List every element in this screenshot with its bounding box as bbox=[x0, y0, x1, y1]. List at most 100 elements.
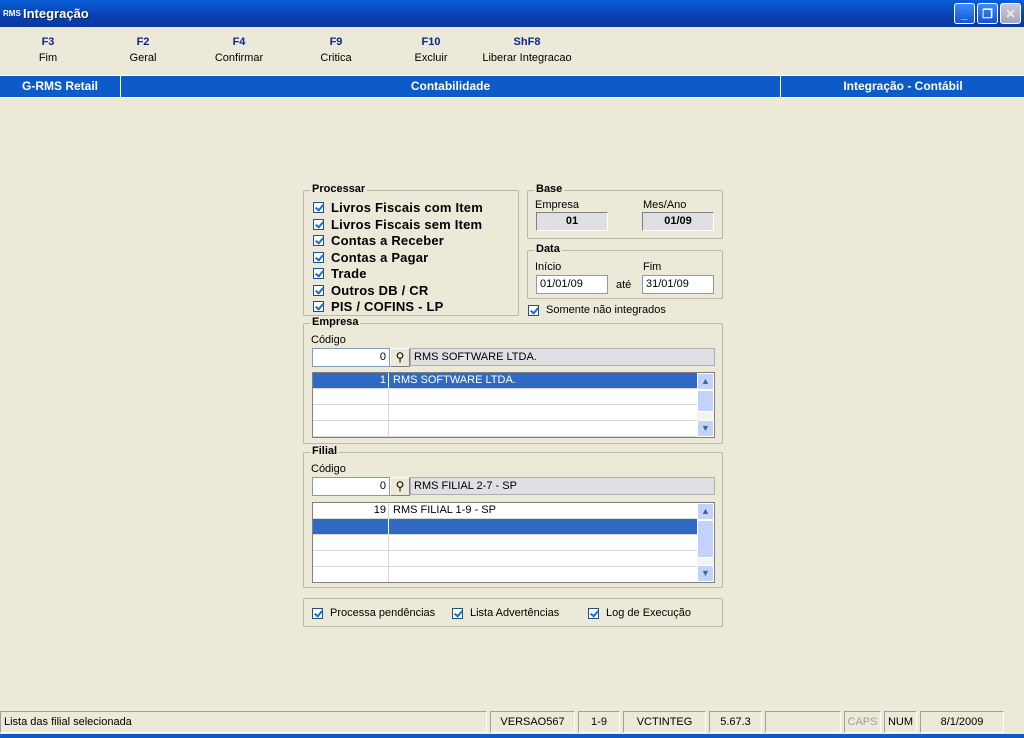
row-name: RMS FILIAL 1-9 - SP bbox=[393, 504, 496, 516]
scroll-down-icon[interactable]: ▼ bbox=[697, 420, 714, 437]
status-bar: Lista das filial selecionada VERSAO567 1… bbox=[0, 711, 1024, 733]
empresa-codigo-label: Código bbox=[311, 334, 346, 346]
status-message: Lista das filial selecionada bbox=[0, 711, 487, 733]
row-code: 19 bbox=[313, 503, 389, 518]
filial-codigo-input[interactable]: 0 bbox=[312, 477, 390, 496]
advertencias-label: Lista Advertências bbox=[470, 607, 560, 619]
processar-item[interactable]: Livros Fiscais com Item bbox=[313, 199, 483, 215]
table-row[interactable] bbox=[313, 405, 697, 421]
status-num: NUM bbox=[884, 711, 917, 733]
status-program: VCTINTEG bbox=[623, 711, 706, 733]
minimize-icon[interactable]: _ bbox=[954, 3, 975, 24]
function-key-toolbar: F3 Fim F2 Geral F4 Confirmar F9 Critica … bbox=[0, 33, 1024, 73]
checkbox-icon[interactable] bbox=[528, 304, 539, 316]
table-row[interactable]: 19 RMS FILIAL 1-9 - SP bbox=[313, 503, 697, 519]
lista-advertencias-checkbox[interactable]: Lista Advertências bbox=[452, 607, 559, 619]
table-row[interactable] bbox=[313, 389, 697, 405]
processar-item[interactable]: PIS / COFINS - LP bbox=[313, 298, 443, 314]
checkbox-icon[interactable] bbox=[313, 234, 324, 246]
empresa-list[interactable]: 1 RMS SOFTWARE LTDA. ▲ ▼ bbox=[312, 372, 715, 438]
table-row[interactable] bbox=[313, 421, 697, 437]
binoculars-icon[interactable]: ⚲ bbox=[390, 348, 410, 367]
filial-group: Filial Código 0 ⚲ RMS FILIAL 2-7 - SP 19… bbox=[303, 445, 723, 588]
status-empty bbox=[765, 711, 841, 733]
processar-item-label: Outros DB / CR bbox=[331, 282, 429, 298]
base-mesano-label: Mes/Ano bbox=[643, 199, 687, 211]
processar-item[interactable]: Livros Fiscais sem Item bbox=[313, 216, 482, 232]
filial-codigo-label: Código bbox=[311, 463, 346, 475]
base-mesano-value: 01/09 bbox=[642, 212, 714, 231]
pendencias-label: Processa pendências bbox=[330, 607, 436, 619]
header-module: Contabilidade bbox=[121, 76, 781, 97]
empresa-group: Empresa Código 0 ⚲ RMS SOFTWARE LTDA. 1 … bbox=[303, 316, 723, 444]
row-name: RMS SOFTWARE LTDA. bbox=[393, 374, 516, 386]
scroll-thumb[interactable] bbox=[697, 520, 714, 558]
log-label: Log de Execução bbox=[606, 607, 692, 619]
data-fim-input[interactable]: 31/01/09 bbox=[642, 275, 714, 294]
table-row[interactable] bbox=[313, 535, 697, 551]
checkbox-icon[interactable] bbox=[313, 284, 324, 296]
checkbox-icon[interactable] bbox=[312, 607, 323, 619]
processar-item[interactable]: Trade bbox=[313, 265, 367, 281]
table-row[interactable] bbox=[313, 519, 697, 535]
somente-nao-integrados-checkbox[interactable]: Somente não integrados bbox=[528, 304, 666, 316]
data-group: Data Início Fim 01/01/09 até 31/01/09 bbox=[527, 243, 723, 299]
empresa-scrollbar[interactable]: ▲ ▼ bbox=[697, 373, 714, 437]
fkey-liberar-button[interactable]: ShF8 Liberar Integracao bbox=[467, 33, 587, 64]
data-title: Data bbox=[534, 243, 562, 255]
table-row[interactable] bbox=[313, 551, 697, 567]
scroll-thumb[interactable] bbox=[697, 390, 714, 412]
checkbox-icon[interactable] bbox=[313, 267, 324, 279]
bottom-border bbox=[0, 734, 1024, 738]
header-screen: Integração - Contábil bbox=[843, 79, 963, 93]
close-icon[interactable]: ✕ bbox=[1000, 3, 1021, 24]
table-row[interactable] bbox=[313, 567, 697, 582]
status-build: 5.67.3 bbox=[709, 711, 762, 733]
processa-pendencias-checkbox[interactable]: Processa pendências bbox=[312, 607, 435, 619]
title-bar: RMS Integração _ ❐ ✕ bbox=[0, 0, 1024, 27]
checkbox-icon[interactable] bbox=[313, 218, 324, 230]
scroll-up-icon[interactable]: ▲ bbox=[697, 373, 714, 390]
checkbox-icon[interactable] bbox=[313, 251, 324, 263]
somente-label: Somente não integrados bbox=[546, 304, 666, 316]
processar-group: Processar Livros Fiscais com Item Livros… bbox=[303, 183, 519, 316]
processar-item[interactable]: Outros DB / CR bbox=[313, 282, 428, 298]
status-version: VERSAO567 bbox=[490, 711, 575, 733]
processar-title: Processar bbox=[310, 183, 368, 195]
filial-title: Filial bbox=[310, 445, 340, 457]
processar-item[interactable]: Contas a Receber bbox=[313, 232, 444, 248]
processar-item-label: Livros Fiscais com Item bbox=[331, 199, 483, 215]
status-date: 8/1/2009 bbox=[920, 711, 1004, 733]
processar-item-label: Livros Fiscais sem Item bbox=[331, 216, 483, 232]
base-empresa-label: Empresa bbox=[535, 199, 580, 211]
data-inicio-input[interactable]: 01/01/09 bbox=[536, 275, 608, 294]
data-fim-label: Fim bbox=[643, 261, 662, 273]
empresa-name-display: RMS SOFTWARE LTDA. bbox=[410, 348, 715, 366]
processar-item-label: Trade bbox=[331, 265, 367, 281]
status-filial: 1-9 bbox=[578, 711, 620, 733]
checkbox-icon[interactable] bbox=[588, 607, 599, 619]
module-header: G-RMS Retail Contabilidade Integração - … bbox=[0, 75, 1024, 98]
data-inicio-label: Início bbox=[535, 261, 562, 273]
processar-item[interactable]: Contas a Pagar bbox=[313, 249, 428, 265]
filial-list[interactable]: 19 RMS FILIAL 1-9 - SP ▲ ▼ bbox=[312, 502, 715, 583]
scroll-up-icon[interactable]: ▲ bbox=[697, 503, 714, 520]
row-code: 1 bbox=[313, 373, 389, 388]
checkbox-icon[interactable] bbox=[313, 201, 324, 213]
base-title: Base bbox=[534, 183, 565, 195]
filial-name-display: RMS FILIAL 2-7 - SP bbox=[410, 477, 715, 495]
log-execucao-checkbox[interactable]: Log de Execução bbox=[588, 607, 691, 619]
restore-icon[interactable]: ❐ bbox=[977, 3, 998, 24]
empresa-codigo-input[interactable]: 0 bbox=[312, 348, 390, 367]
scroll-down-icon[interactable]: ▼ bbox=[697, 565, 714, 582]
table-row[interactable]: 1 RMS SOFTWARE LTDA. bbox=[313, 373, 697, 389]
filial-scrollbar[interactable]: ▲ ▼ bbox=[697, 503, 714, 582]
data-ate-label: até bbox=[616, 279, 632, 291]
status-caps: CAPS bbox=[844, 711, 881, 733]
checkbox-icon[interactable] bbox=[313, 300, 324, 312]
app-icon: RMS bbox=[3, 9, 21, 18]
binoculars-icon[interactable]: ⚲ bbox=[390, 477, 410, 496]
base-empresa-value: 01 bbox=[536, 212, 608, 231]
checkbox-icon[interactable] bbox=[452, 607, 463, 619]
base-group: Base Empresa Mes/Ano 01 01/09 bbox=[527, 183, 723, 239]
